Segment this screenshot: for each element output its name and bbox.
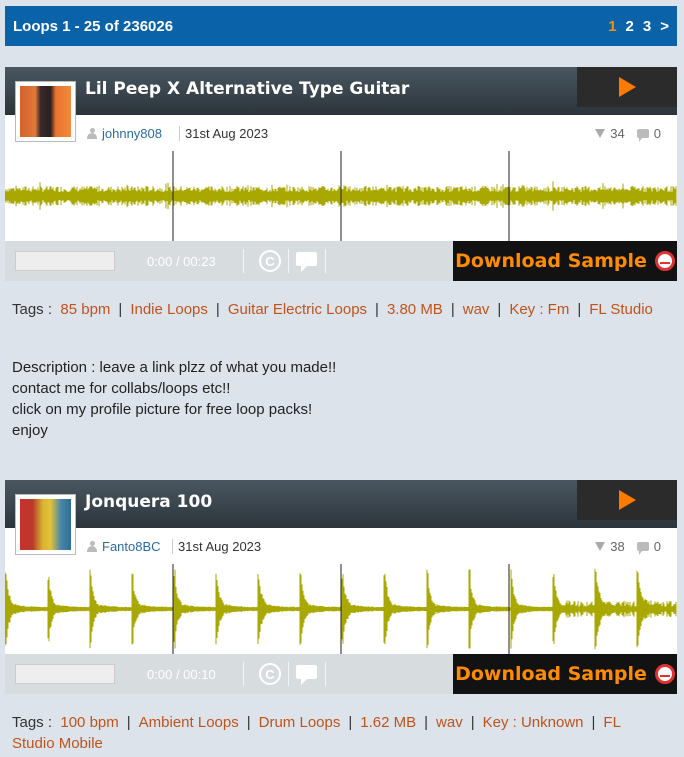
player-controls: 0:00 / 00:10 C Download Sample (5, 654, 677, 694)
loop-tags: Tags : 100 bpm | Ambient Loops | Drum Loops |… (12, 714, 621, 752)
description-line: contact me for collabs/loops etc!! (12, 380, 231, 397)
time-display: 0:00 / 00:23 (147, 254, 216, 269)
upload-date: 31st Aug 2023 (179, 126, 268, 141)
avatar-image (20, 499, 71, 550)
play-button[interactable] (577, 480, 677, 520)
next-page-link[interactable]: > (660, 18, 669, 35)
tag-size[interactable]: 1.62 MB (360, 714, 416, 731)
avatar[interactable] (15, 81, 76, 142)
loop-header: Jonquera 100 (5, 480, 677, 528)
description-line: enjoy (12, 422, 48, 439)
time-current: 0:00 (147, 667, 173, 682)
copyright-icon[interactable]: C (259, 663, 281, 685)
comment-icon (636, 542, 649, 555)
tag-instrument[interactable]: Drum Loops (259, 714, 341, 731)
progress-bar[interactable] (15, 664, 115, 684)
comment-icon (636, 129, 649, 142)
progress-bar[interactable] (15, 251, 115, 271)
download-sample-button[interactable]: Download Sample (453, 654, 677, 694)
loop-description: Description : leave a link plzz of what … (12, 357, 667, 441)
drum-icon (654, 251, 675, 271)
page-3-link[interactable]: 3 (643, 18, 651, 35)
tags-label: Tags : (12, 301, 53, 318)
drum-icon (654, 664, 675, 684)
user-icon (87, 128, 97, 139)
user-icon (87, 541, 97, 552)
waveform[interactable] (5, 151, 677, 241)
tag-genre[interactable]: Indie Loops (130, 301, 208, 318)
uploader[interactable]: Fanto8BC (87, 539, 161, 554)
uploader-name[interactable]: johnny808 (102, 126, 162, 141)
chat-icon[interactable] (296, 252, 317, 272)
loop-title[interactable]: Lil Peep X Alternative Type Guitar (85, 79, 409, 99)
download-count-icon (595, 129, 606, 138)
loop-card: Jonquera 100 Fanto8BC 31st Aug 2023 38 0… (5, 480, 677, 694)
loop-header: Lil Peep X Alternative Type Guitar (5, 67, 677, 115)
results-count: Loops 1 - 25 of 236026 (13, 17, 174, 35)
time-total: / 00:23 (175, 254, 216, 269)
download-count: 34 (610, 126, 625, 141)
time-display: 0:00 / 00:10 (147, 667, 216, 682)
loop-title[interactable]: Jonquera 100 (85, 492, 212, 512)
download-label: Download Sample (455, 663, 647, 685)
loop-meta: johnny808 31st Aug 2023 34 0 (5, 115, 677, 151)
avatar-image (20, 86, 71, 137)
comment-count: 0 (653, 126, 661, 141)
download-count-icon (595, 542, 606, 551)
tag-bpm[interactable]: 100 bpm (60, 714, 118, 731)
tag-size[interactable]: 3.80 MB (387, 301, 443, 318)
tag-bpm[interactable]: 85 bpm (60, 301, 110, 318)
download-sample-button[interactable]: Download Sample (453, 241, 677, 281)
description-line: click on my profile picture for free loo… (12, 401, 313, 418)
play-button[interactable] (577, 67, 677, 107)
loop-meta: Fanto8BC 31st Aug 2023 38 0 (5, 528, 677, 564)
tag-key[interactable]: Key : Fm (509, 301, 569, 318)
tag-format[interactable]: wav (463, 301, 490, 318)
waveform[interactable] (5, 564, 677, 654)
chat-icon[interactable] (296, 665, 317, 685)
page-1-link[interactable]: 1 (608, 18, 616, 35)
tag-format[interactable]: wav (436, 714, 463, 731)
pagination: 1 2 3 > (608, 18, 669, 35)
time-current: 0:00 (147, 254, 173, 269)
loop-card: Lil Peep X Alternative Type Guitar johnn… (5, 67, 677, 281)
comment-count: 0 (653, 539, 661, 554)
tag-key[interactable]: Key : Unknown (483, 714, 584, 731)
avatar[interactable] (15, 494, 76, 555)
copyright-icon[interactable]: C (259, 250, 281, 272)
results-header: Loops 1 - 25 of 236026 1 2 3 > (5, 6, 677, 46)
loop-stats: 38 0 (595, 539, 661, 555)
tag-genre[interactable]: Ambient Loops (139, 714, 239, 731)
upload-date: 31st Aug 2023 (172, 539, 261, 554)
page-2-link[interactable]: 2 (626, 18, 634, 35)
loop-tags: Tags : 85 bpm | Indie Loops | Guitar Electri… (12, 301, 653, 318)
player-controls: 0:00 / 00:23 C Download Sample (5, 241, 677, 281)
tag-software[interactable]: FL Studio (589, 301, 653, 318)
download-count: 38 (610, 539, 625, 554)
download-label: Download Sample (455, 250, 647, 272)
time-total: / 00:10 (175, 667, 216, 682)
play-icon (618, 490, 636, 510)
uploader[interactable]: johnny808 (87, 126, 162, 141)
description-line: Description : leave a link plzz of what … (12, 359, 337, 376)
loop-stats: 34 0 (595, 126, 661, 142)
tags-label: Tags : (12, 714, 53, 731)
uploader-name[interactable]: Fanto8BC (102, 539, 161, 554)
play-icon (618, 77, 636, 97)
tag-instrument[interactable]: Guitar Electric Loops (228, 301, 367, 318)
